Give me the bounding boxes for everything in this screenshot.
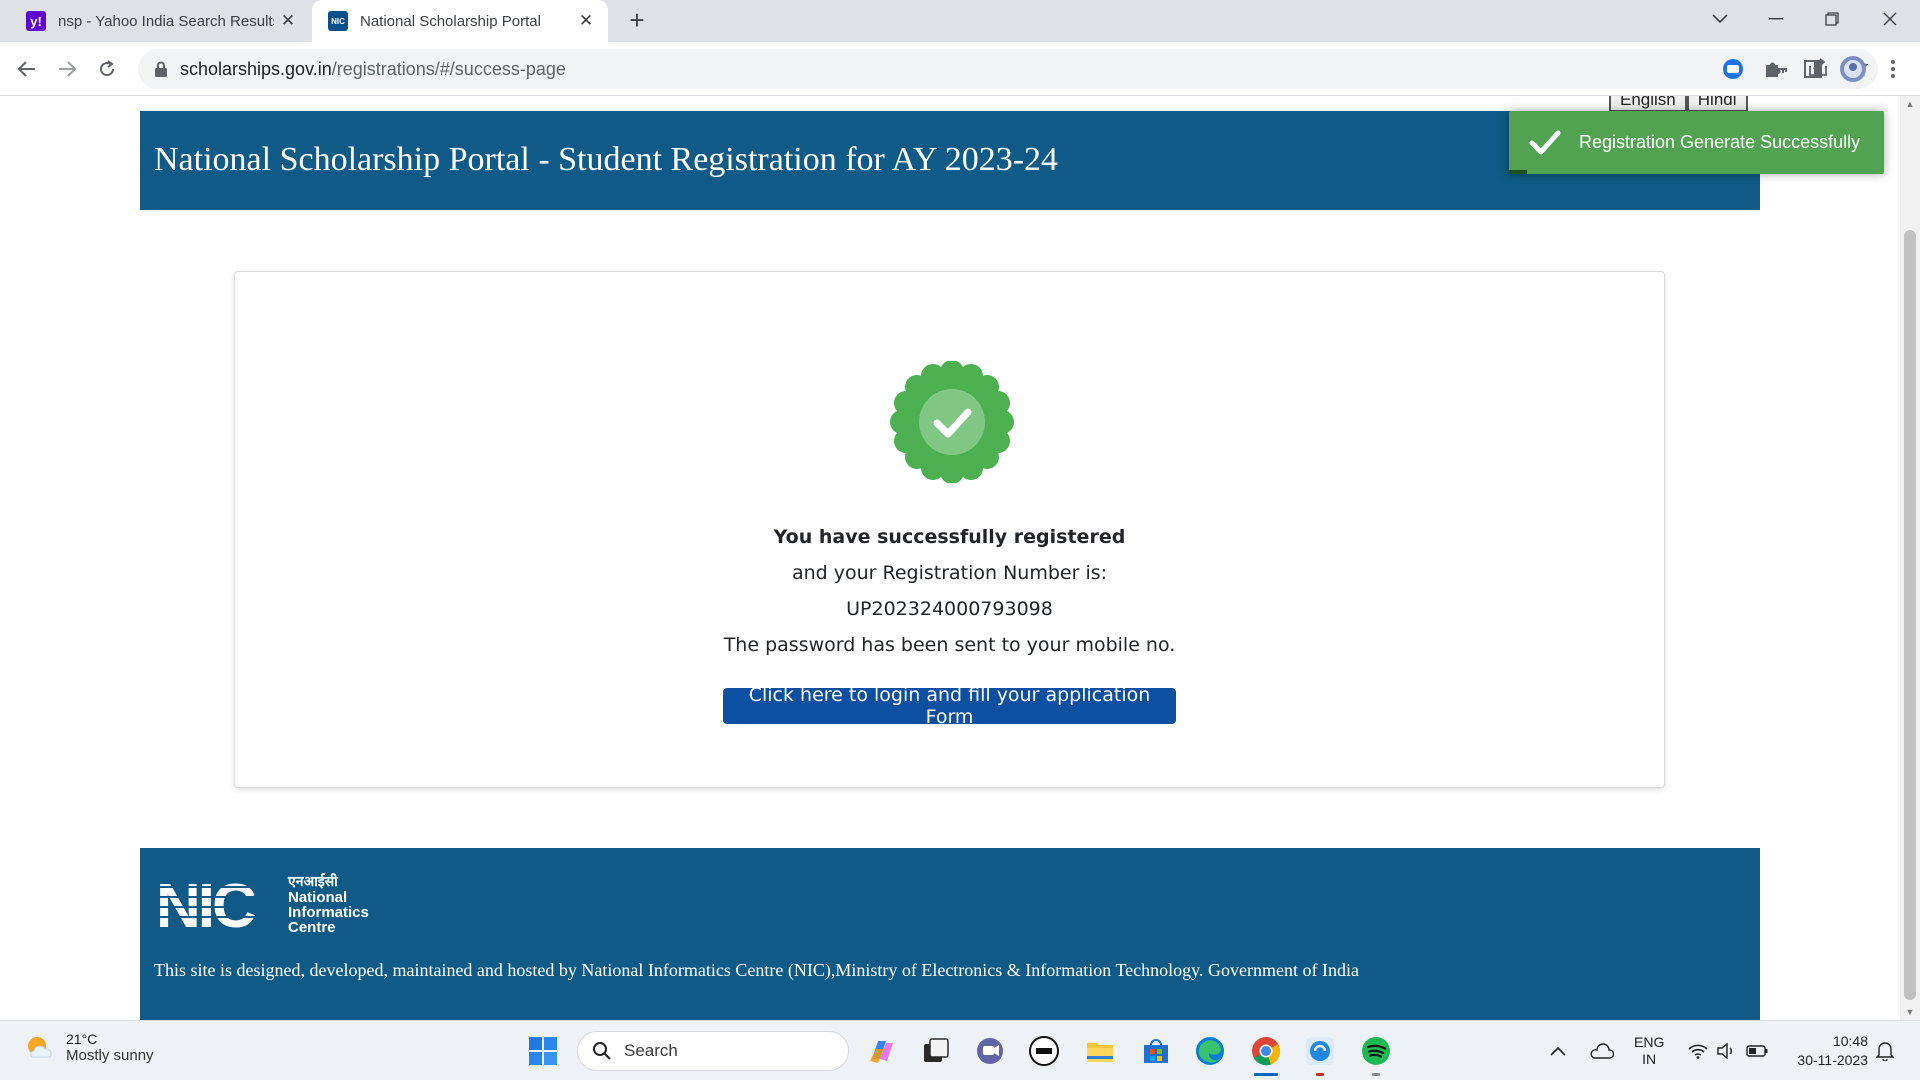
success-badge-icon xyxy=(890,361,1014,483)
tab-title: National Scholarship Portal xyxy=(360,12,541,30)
search-icon xyxy=(593,1042,611,1060)
partly-sunny-icon xyxy=(28,1036,52,1057)
address-bar[interactable]: scholarships.gov.in/registrations/#/succ… xyxy=(138,49,1878,89)
app-open-indicator xyxy=(1316,1073,1324,1076)
nic-logo: NIC एनआईसी National Informatics Centre xyxy=(154,872,369,934)
registration-number: UP202324000793098 xyxy=(846,598,1053,620)
success-card: You have successfully registered and you… xyxy=(234,271,1665,788)
scrollbar-thumb[interactable] xyxy=(1904,230,1916,1000)
wifi-icon[interactable] xyxy=(1688,1021,1708,1080)
side-panel-icon[interactable] xyxy=(1798,54,1828,84)
lock-icon xyxy=(155,61,167,77)
battery-icon[interactable] xyxy=(1746,1021,1768,1080)
blue-app-icon[interactable] xyxy=(1304,1035,1336,1067)
volume-icon[interactable] xyxy=(1716,1021,1736,1080)
weather-widget[interactable]: 21°C Mostly sunny xyxy=(24,1031,154,1064)
browser-toolbar: scholarships.gov.in/registrations/#/succ… xyxy=(0,42,1920,96)
yahoo-icon: y! xyxy=(26,11,46,31)
svg-text:एनआईसी: एनआईसी xyxy=(287,873,339,890)
page-title: National Scholarship Portal - Student Re… xyxy=(154,141,1059,178)
reload-icon[interactable] xyxy=(92,54,122,84)
back-arrow-icon[interactable] xyxy=(12,54,42,84)
page-viewport: English Hindi National Scholarship Porta… xyxy=(0,96,1900,1020)
taskbar-search-box[interactable]: Search xyxy=(577,1031,849,1071)
extension-app-icon[interactable] xyxy=(1718,54,1748,84)
close-window-button[interactable] xyxy=(1862,0,1918,38)
teams-chat-icon[interactable] xyxy=(974,1035,1006,1067)
page-scrollbar[interactable]: ▲ ▼ xyxy=(1900,96,1920,1020)
clock-time: 10:48 xyxy=(1832,1033,1868,1049)
tab-search-chevron-icon[interactable] xyxy=(1692,0,1748,38)
input-language-indicator[interactable]: ENG IN xyxy=(1634,1021,1664,1080)
scroll-down-arrow-icon[interactable]: ▼ xyxy=(1900,1004,1920,1020)
scroll-up-arrow-icon[interactable]: ▲ xyxy=(1900,96,1920,112)
extensions-puzzle-icon[interactable] xyxy=(1758,54,1788,84)
restore-button[interactable] xyxy=(1804,0,1860,38)
toast-progress-bar xyxy=(1509,170,1527,174)
toast-message: Registration Generate Successfully xyxy=(1579,132,1861,152)
edge-browser-icon[interactable] xyxy=(1194,1035,1226,1067)
tab-national-scholarship-portal[interactable]: NIC National Scholarship Portal ✕ xyxy=(312,0,608,42)
notification-bell-icon[interactable] xyxy=(1876,1021,1894,1080)
new-tab-button[interactable]: + xyxy=(622,6,652,36)
spotify-icon[interactable] xyxy=(1360,1035,1392,1067)
footer-credit-text: This site is designed, developed, mainta… xyxy=(154,960,1359,980)
svg-text:NIC: NIC xyxy=(156,872,256,934)
close-tab-icon[interactable]: ✕ xyxy=(572,11,600,31)
success-toast[interactable]: Registration Generate Successfully xyxy=(1509,111,1884,174)
system-clock[interactable]: 10:48 30-11-2023 xyxy=(1786,1021,1868,1080)
clock-date: 30-11-2023 xyxy=(1797,1052,1868,1068)
dell-icon[interactable] xyxy=(1028,1035,1060,1067)
weather-temp: 21°C xyxy=(66,1031,98,1047)
weather-desc: Mostly sunny xyxy=(66,1047,154,1064)
svg-text:Centre: Centre xyxy=(288,919,336,934)
onedrive-cloud-icon[interactable] xyxy=(1590,1021,1614,1080)
browser-menu-icon[interactable] xyxy=(1878,54,1908,84)
app-open-indicator xyxy=(1372,1073,1380,1076)
chrome-active-indicator xyxy=(1254,1073,1278,1076)
task-view-icon[interactable] xyxy=(920,1035,952,1067)
show-hidden-icons-chevron[interactable] xyxy=(1550,1021,1566,1080)
forward-arrow-icon[interactable] xyxy=(52,54,82,84)
tab-title: nsp - Yahoo India Search Results xyxy=(58,12,274,30)
chrome-browser-icon[interactable] xyxy=(1250,1035,1282,1067)
file-explorer-icon[interactable] xyxy=(1084,1035,1116,1067)
page-footer: NIC एनआईसी National Informatics Centre T… xyxy=(140,848,1760,1020)
login-application-button[interactable]: Click here to login and fill your applic… xyxy=(723,684,1176,728)
hindi-button[interactable]: Hindi xyxy=(1686,96,1748,112)
nic-icon: NIC xyxy=(328,11,348,31)
windows-taskbar: 21°C Mostly sunny Search ENG IN 10:48 30… xyxy=(0,1020,1920,1080)
profile-avatar[interactable] xyxy=(1838,54,1868,84)
success-heading: You have successfully registered xyxy=(773,526,1126,548)
close-tab-icon[interactable]: ✕ xyxy=(274,11,302,31)
microsoft-store-icon[interactable] xyxy=(1140,1035,1172,1067)
taskbar-search-label: Search xyxy=(624,1041,678,1060)
registration-number-label: and your Registration Number is: xyxy=(791,562,1108,584)
browser-tab-strip: y! nsp - Yahoo India Search Results ✕ NI… xyxy=(0,0,1920,42)
password-sent-note: The password has been sent to your mobil… xyxy=(723,634,1176,656)
windows-start-icon[interactable] xyxy=(528,1036,558,1066)
checkmark-icon xyxy=(1529,130,1561,154)
url-text: scholarships.gov.in/registrations/#/succ… xyxy=(180,58,566,79)
copilot-preview-icon[interactable] xyxy=(866,1035,898,1067)
tab-yahoo-search[interactable]: y! nsp - Yahoo India Search Results ✕ xyxy=(10,0,310,42)
language-switcher: English Hindi xyxy=(1609,96,1748,112)
minimize-button[interactable] xyxy=(1748,0,1804,38)
english-button[interactable]: English xyxy=(1609,96,1687,112)
